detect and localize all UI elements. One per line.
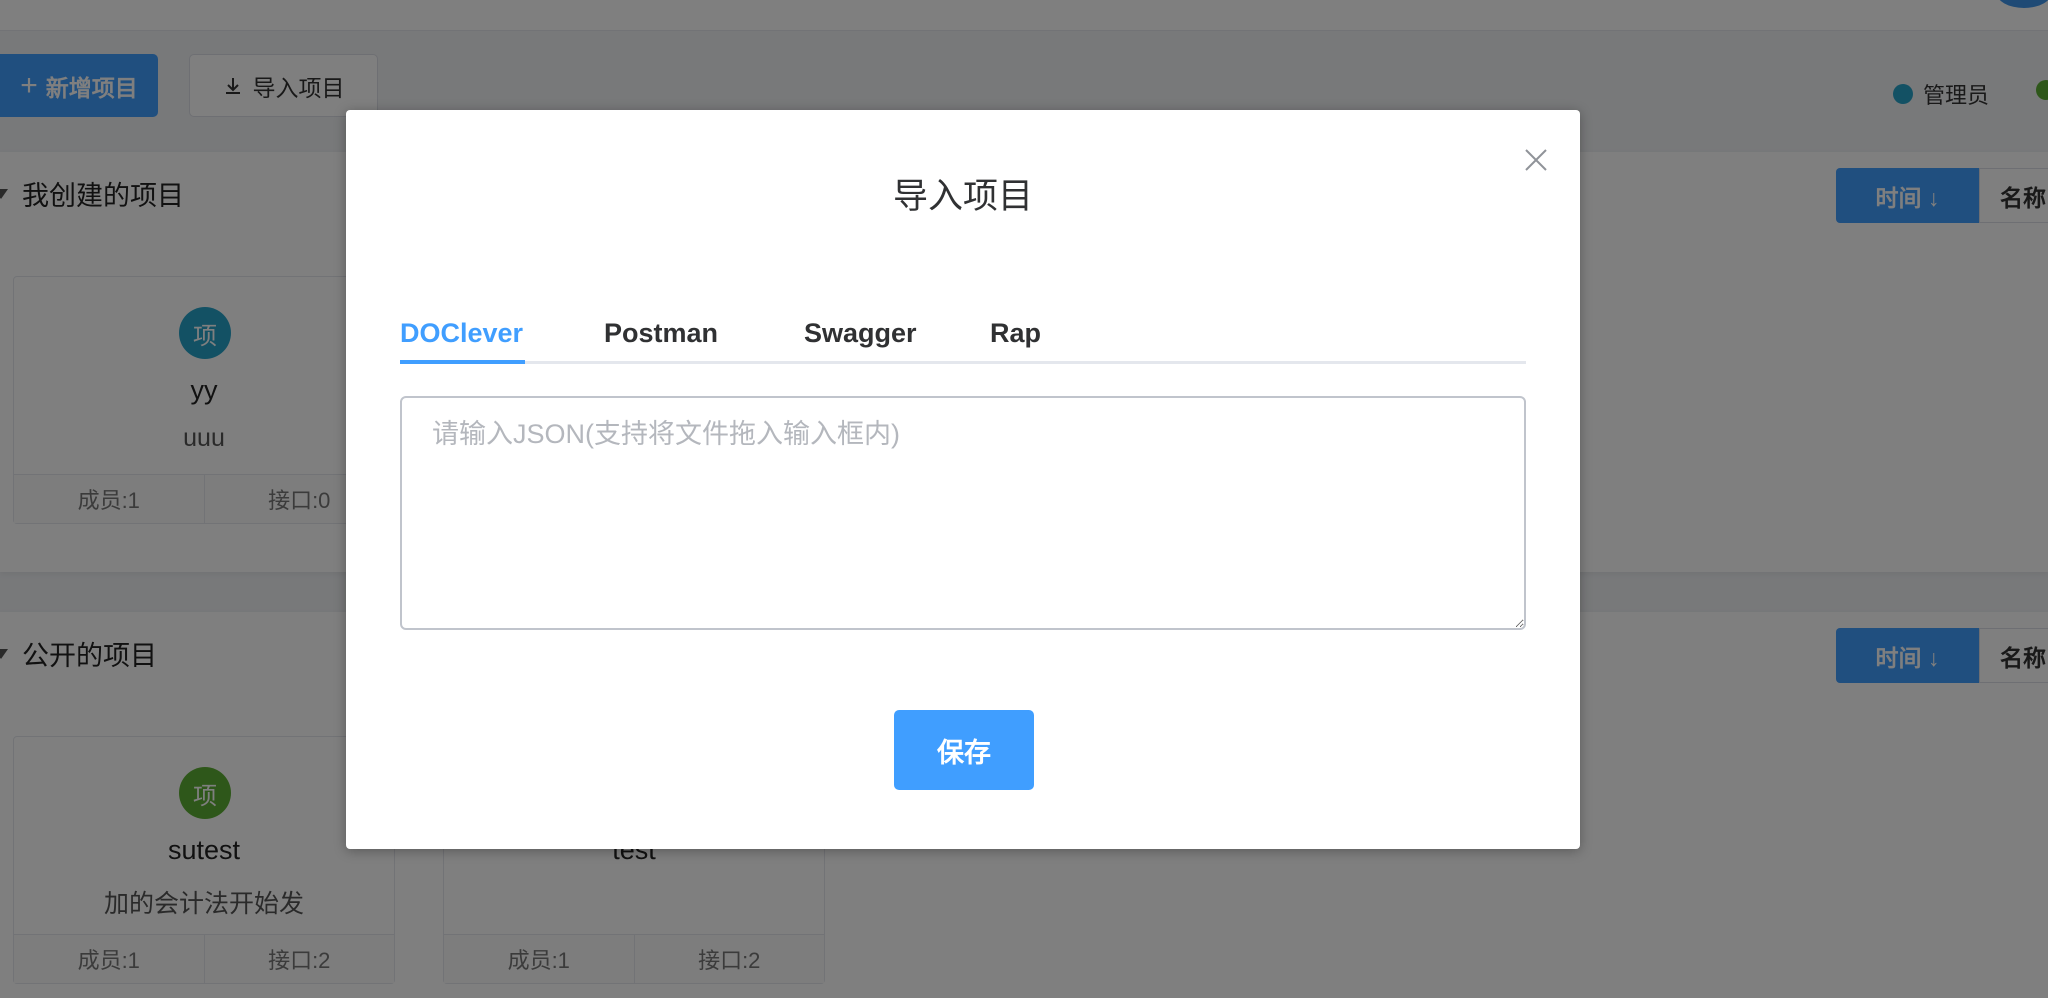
dialog-title: 导入项目 (892, 177, 1033, 216)
save-button[interactable]: 保存 (894, 710, 1034, 790)
tab-doclever[interactable]: DOClever (400, 306, 523, 361)
tabs-divider (400, 361, 1526, 364)
import-source-tabs: DOClever Postman Swagger Rap (400, 306, 1526, 364)
tab-rap[interactable]: Rap (990, 306, 1041, 361)
page: + 新增项目 导入项目 管理员 我创建的项目 时间 ↓ 名称 项 yy uuu … (0, 0, 2048, 998)
tab-swagger[interactable]: Swagger (804, 306, 917, 361)
json-input[interactable] (400, 396, 1526, 630)
close-icon[interactable] (1522, 146, 1550, 174)
tab-postman[interactable]: Postman (604, 306, 718, 361)
import-project-dialog: 导入项目 DOClever Postman Swagger Rap 保存 (346, 110, 1580, 849)
active-tab-indicator (400, 360, 525, 364)
